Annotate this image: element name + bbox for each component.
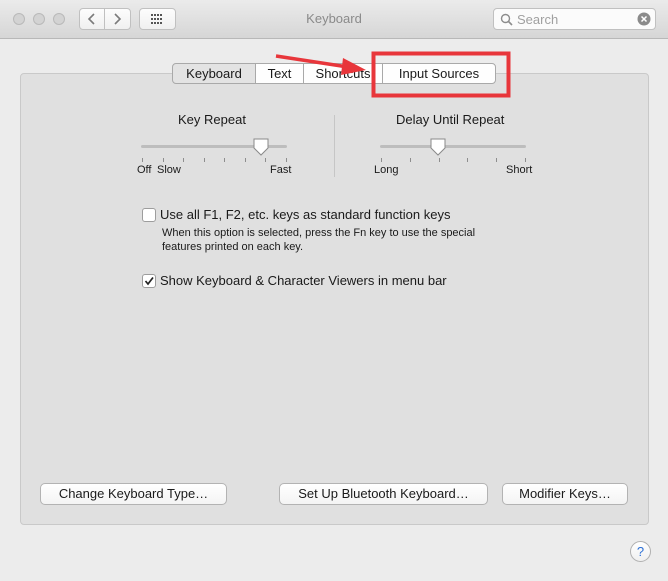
slider-tick xyxy=(409,158,411,162)
change-keyboard-type-button[interactable]: Change Keyboard Type… xyxy=(40,483,227,505)
slider-tick xyxy=(496,158,498,162)
viewers-checkbox[interactable] xyxy=(142,274,156,288)
slider-tick xyxy=(438,158,440,162)
slider-tick xyxy=(525,158,526,162)
slider-tick xyxy=(142,158,143,162)
slider-tick xyxy=(265,158,267,162)
delay-track[interactable] xyxy=(380,145,526,148)
slider-divider xyxy=(334,115,335,177)
delay-short-label: Short xyxy=(506,164,533,176)
setup-bluetooth-keyboard-button[interactable]: Set Up Bluetooth Keyboard… xyxy=(279,483,488,505)
key-repeat-thumb[interactable] xyxy=(253,138,269,156)
delay-title: Delay Until Repeat xyxy=(396,112,505,127)
help-button[interactable]: ? xyxy=(630,541,651,562)
fn-keys-checkbox[interactable] xyxy=(142,208,156,222)
slider-tick xyxy=(381,158,382,162)
slider-tick xyxy=(286,158,287,162)
key-repeat-fast-label: Fast xyxy=(270,164,292,176)
slider-tick xyxy=(183,158,185,162)
key-repeat-slow-label: Slow xyxy=(157,164,181,176)
slider-tick xyxy=(203,158,205,162)
slider-tick xyxy=(467,158,469,162)
modifier-keys-button[interactable]: Modifier Keys… xyxy=(502,483,628,505)
annotation-arrow-shaft xyxy=(275,54,349,69)
delay-thumb[interactable] xyxy=(430,138,446,156)
annotation-overlay xyxy=(275,51,511,98)
fn-keys-description-line2: features printed on each key. xyxy=(162,241,304,253)
slider-tick xyxy=(244,158,246,162)
slider-tick xyxy=(162,158,164,162)
fn-keys-description-line1: When this option is selected, press the … xyxy=(162,227,476,239)
fn-keys-label[interactable]: Use all F1, F2, etc. keys as standard fu… xyxy=(160,207,450,222)
key-repeat-off-label: Off xyxy=(137,164,152,176)
annotation-highlight-box xyxy=(371,51,511,98)
viewers-label[interactable]: Show Keyboard & Character Viewers in men… xyxy=(160,273,447,288)
delay-long-label: Long xyxy=(374,164,399,176)
checkmark-icon xyxy=(144,276,154,286)
slider-tick xyxy=(224,158,226,162)
annotation-arrow-head xyxy=(341,58,366,75)
key-repeat-title: Key Repeat xyxy=(178,112,246,127)
